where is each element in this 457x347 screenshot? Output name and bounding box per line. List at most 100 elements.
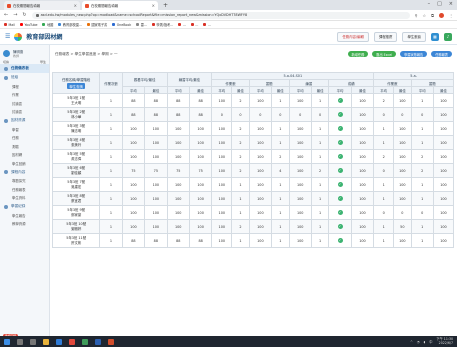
student-name[interactable]: 黃志偉: [54, 157, 99, 161]
bookmark-item[interactable]: 國家電子書: [86, 22, 107, 27]
close-tab-icon[interactable]: ×: [152, 3, 155, 8]
student-cell[interactable]: 5年3班 7號 吳建宏: [52, 177, 101, 192]
student-cell[interactable]: 5年3班 3號 陳志明: [52, 121, 101, 136]
powerpoint-icon[interactable]: [108, 338, 114, 345]
hamburger-menu-icon[interactable]: ☰: [5, 33, 10, 40]
new-tab-icon[interactable]: +: [160, 1, 171, 10]
course-recommend-button[interactable]: 課程推薦: [373, 31, 398, 42]
sidebar-item[interactable]: 學生報告: [0, 211, 49, 220]
bell-icon[interactable]: ♪: [444, 32, 452, 41]
forward-icon[interactable]: →: [13, 12, 17, 18]
extensions-icon[interactable]: ⧉: [431, 13, 434, 18]
status-check-icon[interactable]: ✓: [337, 168, 343, 173]
student-cell[interactable]: 5年3班 11號 許文彬: [52, 233, 101, 248]
sidebar-item[interactable]: 課程內容: [0, 168, 49, 177]
bookmark-item[interactable]: 地圖: [42, 22, 53, 27]
student-name[interactable]: 劉佳穎: [54, 171, 99, 175]
student-name[interactable]: 陳志明: [54, 129, 99, 133]
student-name[interactable]: 許文彬: [54, 241, 99, 245]
minimize-icon[interactable]: –: [428, 1, 431, 7]
student-name[interactable]: 張美玲: [54, 143, 99, 147]
status-check-icon[interactable]: ✓: [337, 182, 343, 187]
report-table-container[interactable]: 任務名稱/學習階段 學生查詢 作業次數 觀看平均/最佳 練習平均/最佳 5-a-…: [52, 72, 454, 340]
sidebar-item[interactable]: 討論區: [0, 108, 49, 117]
grid-icon[interactable]: ▦: [431, 32, 439, 41]
sidebar-item[interactable]: 測驗: [0, 142, 49, 151]
student-cell[interactable]: 5年3班 1號 王大明: [52, 93, 101, 108]
sidebar-item[interactable]: 因材網: [0, 151, 49, 160]
switch-link[interactable]: 切換: [3, 60, 9, 64]
sidebar-item[interactable]: 作業: [0, 91, 49, 100]
student-cell[interactable]: 5年3班 8號 蔡宜君: [52, 191, 101, 206]
learning-status-button[interactable]: 學習狀態報告: [400, 51, 428, 57]
student-cell[interactable]: 5年3班 9號 鄭家豪: [52, 205, 101, 220]
student-name[interactable]: 吳建宏: [54, 185, 99, 189]
back-icon[interactable]: ←: [4, 12, 8, 18]
menu-dots-icon[interactable]: ⋮: [449, 13, 453, 18]
bookmark-item[interactable]: ...: [190, 23, 198, 27]
input-language[interactable]: 中: [429, 339, 432, 344]
bookmark-item[interactable]: ...: [203, 23, 211, 27]
student-name[interactable]: 謝雅婷: [54, 227, 99, 231]
sidebar-item[interactable]: 班級: [0, 73, 49, 82]
bookmark-item[interactable]: 教育部校園...: [58, 22, 82, 27]
user-profile[interactable]: 陳明德 教師: [0, 45, 49, 60]
sidebar-item[interactable]: 學習紀錄: [0, 202, 49, 211]
bookmark-item[interactable]: ...: [178, 23, 186, 27]
file-explorer-icon[interactable]: [43, 338, 49, 345]
browser-tab-active[interactable]: 在校期間報告填報 ×: [82, 1, 158, 10]
sidebar-item[interactable]: 因材資源: [0, 116, 49, 125]
maximize-icon[interactable]: □: [437, 1, 442, 7]
browser-tab[interactable]: 在校期間報告填報 ×: [4, 1, 80, 10]
export-excel-button[interactable]: 匯出 Excel: [372, 51, 397, 57]
sidebar-item[interactable]: 任務: [0, 134, 49, 143]
zoom-icon[interactable]: ⚲: [415, 13, 418, 18]
app-icon[interactable]: [82, 338, 88, 345]
student-cell[interactable]: 5年3班 10號 謝雅婷: [52, 219, 101, 234]
windows-start-icon[interactable]: [4, 338, 10, 345]
close-window-icon[interactable]: ×: [449, 1, 453, 7]
student-name[interactable]: 林小華: [54, 115, 99, 119]
sidebar-item[interactable]: 任務報表: [0, 185, 49, 194]
status-check-icon[interactable]: ✓: [337, 238, 343, 243]
bookmark-item[interactable]: 學測/指考...: [151, 22, 173, 27]
search-icon[interactable]: [17, 338, 23, 345]
status-check-icon[interactable]: ✓: [337, 112, 343, 117]
sidebar-item[interactable]: 任務儀表板: [0, 64, 49, 73]
task-report-button[interactable]: 任務報表: [431, 51, 452, 57]
reload-icon[interactable]: ↻: [22, 12, 26, 18]
student-name[interactable]: 鄭家豪: [54, 213, 99, 217]
sidebar-item[interactable]: 學生回饋: [0, 159, 49, 168]
status-check-icon[interactable]: ✓: [337, 224, 343, 229]
sidebar-item[interactable]: 專題探究: [0, 177, 49, 186]
close-tab-icon[interactable]: ×: [74, 3, 77, 8]
sidebar-item[interactable]: 課程: [0, 82, 49, 91]
status-check-icon[interactable]: ✓: [337, 98, 343, 103]
sidebar-item[interactable]: 討論區: [0, 99, 49, 108]
chevron-up-icon[interactable]: ^: [410, 340, 413, 344]
chrome-icon[interactable]: [69, 338, 75, 345]
edge-icon[interactable]: [56, 338, 62, 345]
student-name[interactable]: 蔡宜君: [54, 199, 99, 203]
task-edit-button[interactable]: 任務內容/編輯: [337, 31, 369, 42]
add-task-button[interactable]: 新增任務: [347, 51, 369, 57]
student-cell[interactable]: 5年3班 6號 劉佳穎: [52, 163, 101, 178]
student-search-button[interactable]: 學生查詢: [67, 83, 85, 89]
profile-avatar-icon[interactable]: [439, 12, 444, 18]
volume-icon[interactable]: ◖: [424, 340, 426, 344]
status-check-icon[interactable]: ✓: [337, 154, 343, 159]
sidebar-item[interactable]: 學生資料: [0, 194, 49, 203]
student-link[interactable]: 學生: [40, 60, 46, 64]
task-view-icon[interactable]: [30, 338, 36, 345]
student-name[interactable]: 王大明: [54, 101, 99, 105]
status-check-icon[interactable]: ✓: [337, 140, 343, 145]
bookmark-item[interactable]: OneBook: [112, 23, 131, 27]
word-icon[interactable]: [95, 338, 101, 345]
student-cell[interactable]: 5年3班 4號 張美玲: [52, 135, 101, 150]
star-icon[interactable]: ☆: [423, 13, 427, 18]
status-check-icon[interactable]: ✓: [337, 196, 343, 201]
bookmark-item[interactable]: 雲...: [136, 22, 147, 27]
student-cell[interactable]: 5年3班 5號 黃志偉: [52, 149, 101, 164]
clock[interactable]: 下午 11:30 2022/6/7: [436, 337, 453, 345]
status-check-icon[interactable]: ✓: [337, 210, 343, 215]
